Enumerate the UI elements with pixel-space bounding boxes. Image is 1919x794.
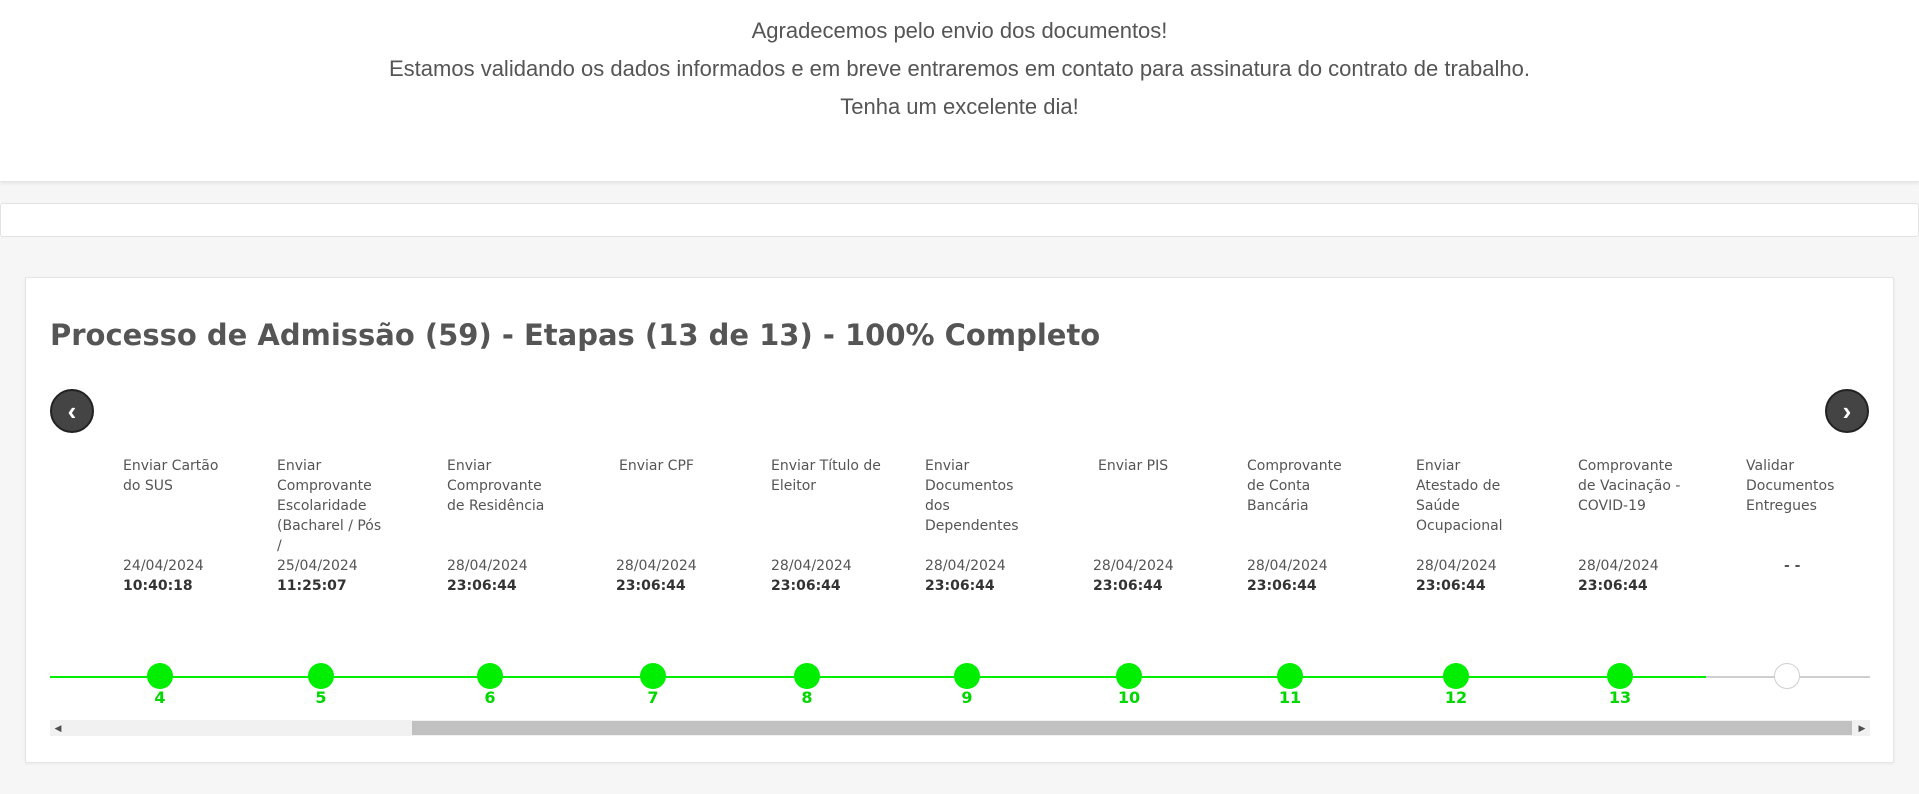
step-time: 23:06:44	[1247, 578, 1317, 594]
step-time: 23:06:44	[1093, 578, 1163, 594]
carousel-prev-button[interactable]: ‹	[50, 389, 94, 433]
step-label: Validar Documentos Entregues	[1746, 458, 1835, 514]
step-number: 9	[961, 688, 973, 707]
step-date: 28/04/2024	[771, 558, 852, 574]
step-time: 23:06:44	[447, 578, 517, 594]
step-time: 23:06:44	[616, 578, 686, 594]
scroll-right-arrow-icon[interactable]: ▶	[1854, 720, 1870, 736]
step-dot-7	[640, 663, 666, 689]
step-number: 5	[315, 688, 327, 707]
step-12: Enviar Atestado de Saúde Ocupacional 28/…	[1416, 456, 1526, 596]
step-time: 11:25:07	[277, 578, 347, 594]
step-date: 28/04/2024	[925, 558, 1006, 574]
step-date: 28/04/2024	[616, 558, 697, 574]
chevron-left-icon: ‹	[67, 396, 77, 426]
step-time: 10:40:18	[123, 578, 193, 594]
step-label: Enviar Título de Eleitor	[771, 458, 881, 494]
step-time: 23:06:44	[1416, 578, 1486, 594]
step-number: 8	[801, 688, 813, 707]
step-label: Comprovante de Vacinação - COVID-19	[1578, 458, 1681, 514]
step-dot-12	[1443, 663, 1469, 689]
step-dot-9	[954, 663, 980, 689]
step-8: Enviar Título de Eleitor 28/04/2024 23:0…	[771, 456, 881, 596]
step-7: Enviar CPF 28/04/2024 23:06:44	[616, 456, 726, 596]
step-time: 23:06:44	[1578, 578, 1648, 594]
scroll-left-arrow-icon[interactable]: ◀	[50, 720, 66, 736]
step-10: Enviar PIS 28/04/2024 23:06:44	[1093, 456, 1203, 596]
step-label: Enviar Cartão do SUS	[123, 458, 219, 494]
process-title: Processo de Admissão (59) - Etapas (13 d…	[50, 318, 1101, 352]
step-date: 28/04/2024	[1247, 558, 1328, 574]
step-number: 6	[484, 688, 496, 707]
step-dot-8	[794, 663, 820, 689]
timeline-horizontal-scrollbar[interactable]: ◀ ▶	[50, 720, 1870, 736]
step-date: 25/04/2024	[277, 558, 358, 574]
step-13: Comprovante de Vacinação - COVID-19 28/0…	[1578, 456, 1688, 596]
step-date: 28/04/2024	[447, 558, 528, 574]
empty-panel	[0, 203, 1919, 237]
step-label: Enviar Documentos dos Dependentes	[925, 458, 1019, 534]
greeting-message: Tenha um excelente dia!	[840, 94, 1079, 119]
step-dot-13	[1607, 663, 1633, 689]
step-number: 13	[1608, 688, 1632, 707]
scrollbar-thumb[interactable]	[412, 721, 1852, 735]
step-5: Enviar Comprovante Escolaridade (Bachare…	[277, 456, 387, 596]
step-dot-4	[147, 663, 173, 689]
carousel-next-button[interactable]: ›	[1825, 389, 1869, 433]
thank-you-panel: Agradecemos pelo envio dos documentos! E…	[0, 0, 1919, 182]
step-9: Enviar Documentos dos Dependentes 28/04/…	[925, 456, 1035, 596]
step-time: 23:06:44	[771, 578, 841, 594]
step-date: 24/04/2024	[123, 558, 204, 574]
step-dot-6	[477, 663, 503, 689]
step-number: 7	[647, 688, 659, 707]
step-number: 11	[1278, 688, 1302, 707]
step-4: Enviar Cartão do SUS 24/04/2024 10:40:18	[123, 456, 233, 596]
validation-message: Estamos validando os dados informados e …	[389, 56, 1530, 81]
step-label: Enviar PIS	[1098, 458, 1169, 474]
step-time: 23:06:44	[925, 578, 995, 594]
step-validate: Validar Documentos Entregues - -	[1746, 456, 1856, 576]
step-number: 12	[1444, 688, 1468, 707]
step-date: 28/04/2024	[1093, 558, 1174, 574]
step-number: 4	[154, 688, 166, 707]
step-11: Comprovante de Conta Bancária 28/04/2024…	[1247, 456, 1357, 596]
chevron-right-icon: ›	[1842, 396, 1852, 426]
step-dot-10	[1116, 663, 1142, 689]
step-dot-validate	[1774, 663, 1800, 689]
step-label: Enviar Atestado de Saúde Ocupacional	[1416, 458, 1503, 534]
step-6: Enviar Comprovante de Residência 28/04/2…	[447, 456, 557, 596]
step-date: 28/04/2024	[1578, 558, 1659, 574]
step-label: Enviar Comprovante Escolaridade (Bachare…	[277, 458, 382, 554]
thank-you-message: Agradecemos pelo envio dos documentos!	[751, 18, 1168, 43]
step-date: - -	[1784, 558, 1801, 574]
step-label: Comprovante de Conta Bancária	[1247, 458, 1342, 514]
step-dot-5	[308, 663, 334, 689]
step-label: Enviar Comprovante de Residência	[447, 458, 545, 514]
step-dot-11	[1277, 663, 1303, 689]
step-label: Enviar CPF	[619, 458, 694, 474]
step-date: 28/04/2024	[1416, 558, 1497, 574]
step-number: 10	[1117, 688, 1141, 707]
